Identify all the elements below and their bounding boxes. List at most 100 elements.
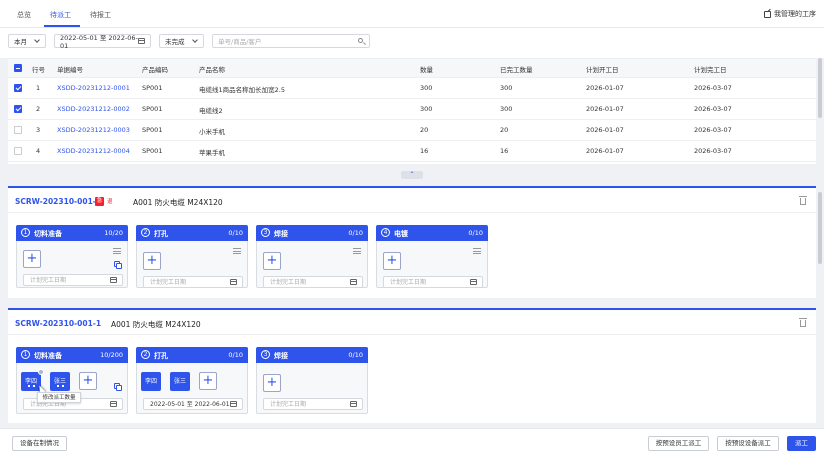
qty: 16	[420, 147, 429, 155]
remove-worker-icon[interactable]	[38, 369, 44, 375]
plan-finish-date-input[interactable]: 计划完工日期	[143, 276, 243, 288]
worker-chip[interactable]: 张三	[170, 372, 190, 391]
copy-icon[interactable]	[114, 261, 122, 269]
header-product-code: 产品编码	[142, 66, 168, 74]
sort-icon[interactable]	[353, 248, 361, 254]
header-qty: 数量	[420, 66, 433, 74]
trash-icon[interactable]	[799, 196, 807, 205]
process-name: 打孔	[154, 352, 168, 360]
work-order-code[interactable]: SCRW-202310-001-1	[15, 197, 101, 206]
worker-name: 李四	[24, 378, 37, 385]
worker-chip[interactable]: 张三	[50, 372, 70, 391]
more-icon	[57, 385, 64, 387]
order-code-link[interactable]: XSDD-20231212-0003	[57, 126, 130, 134]
process-card-2: 2 打孔 0/10 李四 张三 + 2022-05-01 至 2022-06-0…	[136, 347, 248, 414]
row-checkbox[interactable]	[14, 147, 22, 155]
dispatch-by-device-button[interactable]: 按预设设备派工	[717, 436, 779, 451]
equipment-status-button[interactable]: 设备在制情况	[12, 436, 67, 451]
row-no: 2	[36, 105, 41, 113]
date-range-value: 2022-05-01 至 2022-06-01	[60, 34, 138, 50]
calendar-icon	[110, 277, 117, 283]
plan-finish-date-input[interactable]: 计划完工日期	[263, 276, 363, 288]
worker-chip[interactable]: 李四	[141, 372, 161, 391]
row-checkbox[interactable]	[14, 126, 22, 134]
row-no: 1	[36, 84, 41, 92]
process-card-3: 3 焊接 0/10 + 计划完工日期	[256, 347, 368, 414]
process-header: 4 电镀 0/10	[376, 225, 488, 241]
search-icon	[358, 38, 363, 43]
top-tab-bar: 总览 待派工 待报工 我管理的工序	[0, 0, 824, 28]
trash-icon[interactable]	[799, 318, 807, 327]
select-all-checkbox[interactable]	[14, 64, 22, 72]
work-order-code[interactable]: SCRW-202310-001-1	[15, 319, 101, 328]
row-checkbox[interactable]	[14, 105, 22, 113]
collapse-table-button[interactable]: ⌃	[401, 171, 423, 179]
calendar-icon	[230, 279, 237, 285]
card-divider	[8, 334, 816, 335]
add-worker-button[interactable]: +	[23, 250, 41, 268]
add-worker-button[interactable]: +	[383, 252, 401, 270]
return-tag: 退	[107, 199, 113, 205]
row-checkbox[interactable]	[14, 84, 22, 92]
date-range-picker[interactable]: 2022-05-01 至 2022-06-01	[54, 34, 151, 50]
plan-finish-date-input[interactable]: 2022-05-01 至 2022-06-01	[143, 398, 243, 410]
product-name: 小米手机	[199, 128, 225, 136]
plan-finish-date-input[interactable]: 计划完工日期	[23, 274, 123, 286]
process-step-number: 1	[21, 228, 30, 237]
product-code: SP001	[142, 147, 163, 155]
product-info: A001 防火电缆 M24X120	[133, 198, 223, 207]
edit-checkbox-icon	[764, 10, 771, 18]
product-name: 苹果手机	[199, 149, 225, 157]
end-date: 2026-03-07	[694, 84, 732, 92]
search-input[interactable]: 单号/商品/客户	[212, 34, 370, 48]
plan-finish-date-input[interactable]: 计划完工日期	[383, 276, 483, 288]
sort-icon[interactable]	[233, 248, 241, 254]
table-row[interactable]: 4 XSDD-20231212-0004 SP001 苹果手机 16 16 20…	[8, 141, 816, 162]
edit-dispatch-qty-tooltip: 修改派工数量	[37, 392, 81, 403]
status-select[interactable]: 未完成	[159, 34, 204, 48]
order-code-link[interactable]: XSDD-20231212-0001	[57, 84, 130, 92]
sort-icon[interactable]	[113, 248, 121, 254]
add-worker-button[interactable]: +	[263, 374, 281, 392]
order-code-link[interactable]: XSDD-20231212-0002	[57, 105, 130, 113]
more-icon	[28, 385, 35, 387]
done-qty: 16	[500, 147, 509, 155]
worker-name: 李四	[144, 378, 157, 385]
header-end: 计划完工日	[694, 66, 727, 74]
process-header: 3 焊接 0/10	[256, 347, 368, 363]
bottom-action-bar: 设备在制情况 按预设员工派工 按预设设备派工 派工	[0, 428, 824, 457]
sort-icon[interactable]	[473, 248, 481, 254]
dispatch-by-worker-button[interactable]: 按预设员工派工	[648, 436, 709, 451]
table-row[interactable]: 3 XSDD-20231212-0003 SP001 小米手机 20 20 20…	[8, 120, 816, 141]
start-date: 2026-01-07	[586, 84, 624, 92]
add-worker-button[interactable]: +	[199, 372, 217, 390]
table-row[interactable]: 2 XSDD-20231212-0002 SP001 电缆线2 300 300 …	[8, 99, 816, 120]
process-count: 10/20	[104, 229, 123, 237]
copy-icon[interactable]	[114, 383, 122, 391]
cards-scrollbar[interactable]	[818, 192, 822, 264]
order-code-link[interactable]: XSDD-20231212-0004	[57, 147, 130, 155]
table-row[interactable]: 1 XSDD-20231212-0001 SP001 电缆线1商品名称加长加宽2…	[8, 78, 816, 99]
tab-pending-report[interactable]: 待报工	[90, 10, 111, 20]
order-table: 行号 单据编号 产品编码 产品名称 数量 已完工数量 计划开工日 计划完工日 1…	[8, 58, 816, 164]
add-worker-button[interactable]: +	[143, 252, 161, 270]
table-scrollbar[interactable]	[818, 58, 822, 118]
period-value: 本月	[14, 38, 27, 46]
add-worker-button[interactable]: +	[79, 372, 97, 390]
qty: 300	[420, 84, 433, 92]
process-header: 1 切料准备 10/20	[16, 225, 128, 241]
chevron-up-icon: ⌃	[409, 171, 415, 178]
worker-name: 张三	[173, 378, 186, 385]
period-select[interactable]: 本月	[8, 34, 46, 48]
process-step-number: 1	[21, 350, 30, 359]
header-done: 已完工数量	[500, 66, 533, 74]
process-step-number: 2	[141, 350, 150, 359]
date-placeholder: 计划完工日期	[270, 279, 307, 286]
tab-overview[interactable]: 总览	[17, 10, 31, 20]
dispatch-button[interactable]: 派工	[787, 436, 816, 451]
my-managed-processes-toggle[interactable]: 我管理的工序	[764, 9, 816, 19]
tab-pending-dispatch[interactable]: 待派工	[50, 10, 71, 20]
add-worker-button[interactable]: +	[263, 252, 281, 270]
row-no: 4	[36, 147, 41, 155]
plan-finish-date-input[interactable]: 计划完工日期	[263, 398, 363, 410]
